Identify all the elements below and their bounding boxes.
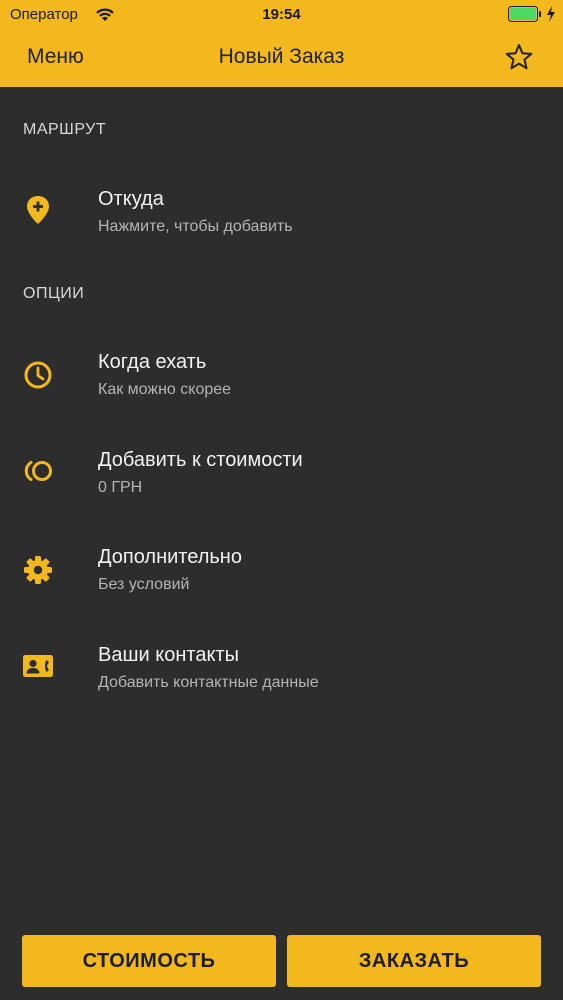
option-add-cost-item[interactable]: Добавить к стоимости 0 ГРН: [0, 449, 563, 519]
battery-icon: [508, 6, 541, 22]
navigation-bar: Меню Новый Заказ: [0, 38, 563, 78]
option-extra-title: Дополнительно: [98, 546, 242, 568]
contact-card-icon: [23, 655, 53, 677]
options-section-header: ОПЦИИ: [23, 285, 85, 302]
option-add-cost-subtitle: 0 ГРН: [98, 479, 143, 496]
clock-icon: [24, 361, 52, 389]
route-from-title: Откуда: [98, 188, 164, 210]
option-contacts-subtitle: Добавить контактные данные: [98, 674, 319, 691]
new-order-screen: Оператор 19:54 Меню Новый Заказ МАРШРУТ …: [0, 0, 563, 1000]
page-title: Новый Заказ: [218, 45, 345, 68]
cost-button[interactable]: СТОИМОСТЬ: [22, 935, 276, 987]
option-when-title: Когда ехать: [98, 351, 207, 373]
option-extra-item[interactable]: Дополнительно Без условий: [0, 546, 563, 616]
charging-icon: [547, 6, 555, 22]
location-add-icon: [27, 196, 49, 224]
gear-icon: [24, 556, 52, 584]
option-contacts-item[interactable]: Ваши контакты Добавить контактные данные: [0, 644, 563, 714]
top-bar: Оператор 19:54 Меню Новый Заказ: [0, 0, 563, 87]
route-from-subtitle: Нажмите, чтобы добавить: [98, 218, 293, 235]
option-when-subtitle: Как можно скорее: [98, 381, 232, 398]
clock-time: 19:54: [262, 6, 301, 23]
star-icon[interactable]: [505, 43, 533, 71]
option-extra-subtitle: Без условий: [98, 576, 190, 593]
coins-icon: [24, 461, 52, 481]
option-contacts-title: Ваши контакты: [98, 644, 239, 666]
option-add-cost-title: Добавить к стоимости: [98, 449, 303, 471]
option-when-item[interactable]: Когда ехать Как можно скорее: [0, 351, 563, 421]
status-bar: Оператор 19:54: [0, 0, 563, 30]
route-section-header: МАРШРУТ: [23, 121, 107, 138]
order-button[interactable]: ЗАКАЗАТЬ: [287, 935, 541, 987]
route-from-item[interactable]: Откуда Нажмите, чтобы добавить: [0, 188, 563, 258]
